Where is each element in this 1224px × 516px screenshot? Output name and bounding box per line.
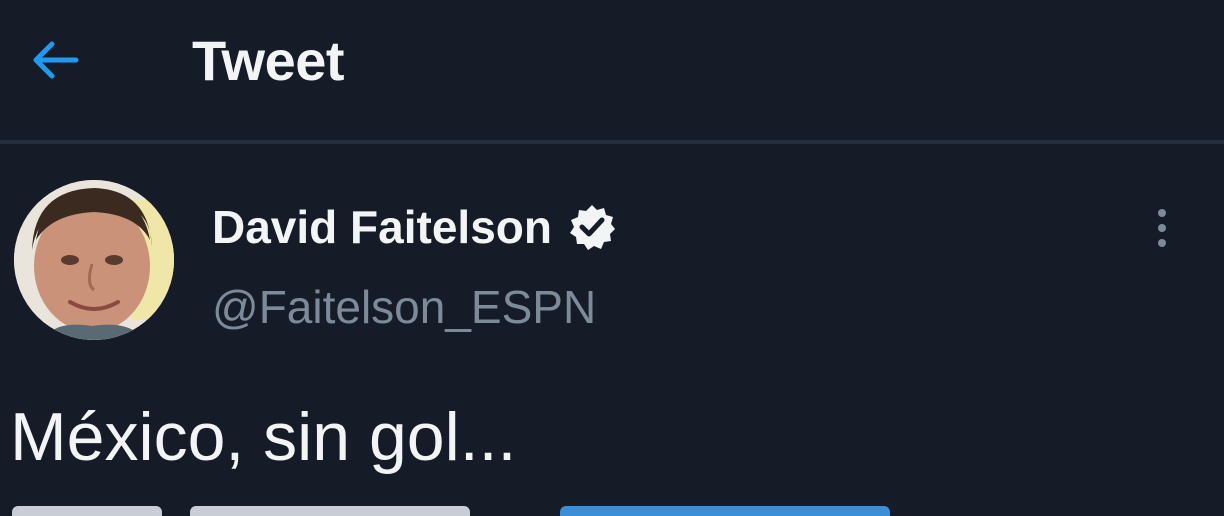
- tweet-screen: Tweet David Faitelson @Faitelson_ESPN Mé…: [0, 0, 1224, 516]
- tweet-body-text: México, sin gol...: [10, 399, 517, 475]
- more-dot: [1158, 224, 1166, 232]
- tweet-next-line-cutoff: [0, 500, 1224, 516]
- more-vertical-icon[interactable]: [1140, 200, 1184, 256]
- cutoff-text-fragment: [190, 506, 470, 516]
- avatar-photo: [14, 180, 174, 340]
- cutoff-link-fragment: [560, 506, 890, 516]
- more-dot: [1158, 209, 1166, 217]
- author-handle[interactable]: @Faitelson_ESPN: [212, 280, 596, 334]
- author-name-text: David Faitelson: [212, 201, 552, 253]
- page-title: Tweet: [192, 29, 345, 92]
- avatar[interactable]: [14, 180, 174, 340]
- more-dot: [1158, 239, 1166, 247]
- back-button[interactable]: [22, 30, 86, 90]
- author-display-name[interactable]: David Faitelson: [212, 200, 616, 254]
- arrow-left-icon: [33, 41, 79, 79]
- verified-badge-icon: [568, 203, 616, 251]
- cutoff-text-fragment: [12, 506, 162, 516]
- top-bar: Tweet: [0, 0, 1224, 140]
- header-divider: [0, 140, 1224, 144]
